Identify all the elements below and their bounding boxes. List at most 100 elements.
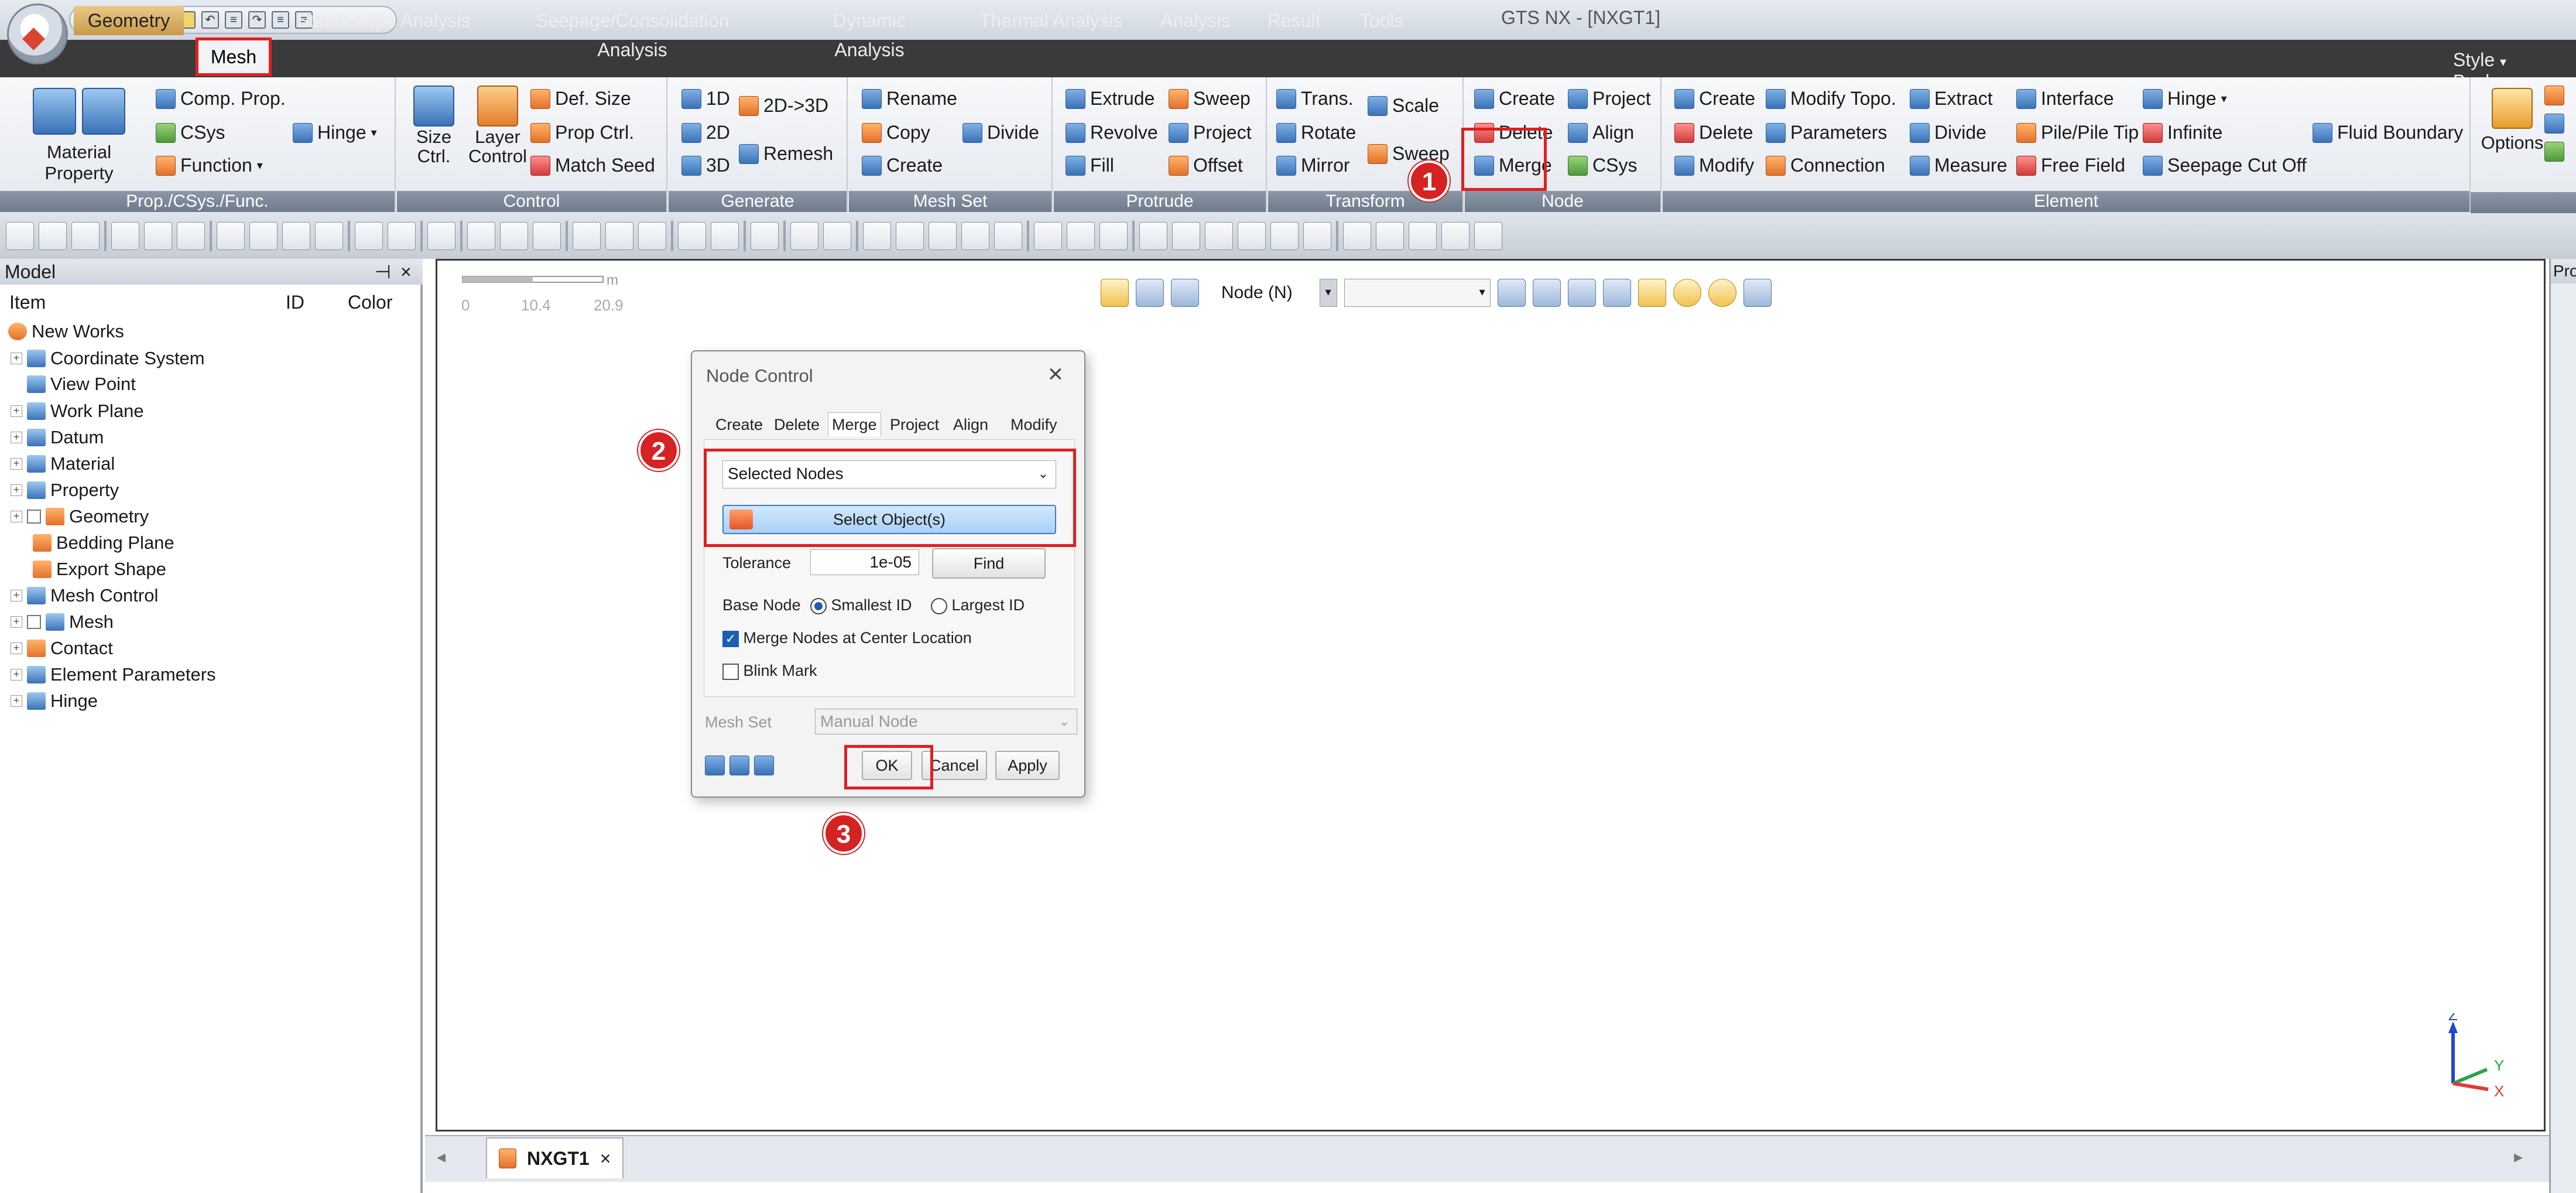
measure-button[interactable]: Measure	[1910, 155, 2008, 176]
tree-item-datum[interactable]: + Datum	[11, 425, 104, 450]
expand-icon[interactable]: +	[11, 484, 22, 496]
modify-topo-button[interactable]: Modify Topo.	[1766, 88, 1896, 110]
size-ctrl-button[interactable]: Size Ctrl.	[407, 86, 460, 165]
expand-icon[interactable]: +	[11, 669, 22, 681]
tree-item-material[interactable]: + Material	[11, 451, 115, 477]
expand-icon[interactable]: +	[11, 511, 22, 522]
expand-icon[interactable]: +	[11, 642, 22, 654]
scale-button[interactable]: Scale	[1368, 95, 1439, 117]
tree-item-coordinate-system[interactable]: + Coordinate System	[11, 346, 205, 371]
tree-item-work-plane[interactable]: + Work Plane	[11, 398, 144, 424]
rotate-view-icon[interactable]	[929, 222, 957, 250]
select-polygon-icon[interactable]	[1532, 279, 1561, 307]
node-create-button[interactable]: Create	[1474, 88, 1555, 110]
document-tab[interactable]: NXGT1 ×	[486, 1137, 624, 1178]
chart-icon[interactable]	[388, 222, 416, 250]
connection-button[interactable]: Connection	[1766, 155, 1885, 176]
view-grid-icon[interactable]	[1034, 222, 1062, 250]
pick-icon[interactable]	[1171, 279, 1199, 307]
tab-static-slope-analysis[interactable]: Static/Slope Analysis	[293, 6, 474, 35]
unselect-icon[interactable]	[1638, 279, 1666, 307]
help-icon[interactable]	[754, 756, 774, 775]
generate-1d-button[interactable]: 1D	[681, 88, 730, 110]
meshset-create-button[interactable]: Create	[862, 155, 943, 176]
property-panel-collapsed[interactable]: Pro	[2549, 259, 2576, 1193]
generate-3d-button[interactable]: 3D	[681, 155, 730, 176]
check-element-icon[interactable]	[533, 222, 561, 250]
extrude-button[interactable]: Extrude	[1066, 88, 1155, 110]
column-id[interactable]: ID	[286, 292, 304, 313]
trans-button[interactable]: Trans.	[1276, 88, 1354, 110]
remesh-button[interactable]: Remesh	[739, 143, 833, 165]
options-button[interactable]: Options	[2474, 88, 2550, 153]
rotate-screen-icon[interactable]	[961, 222, 989, 250]
free-field-button[interactable]: Free Field	[2016, 155, 2125, 176]
largest-id-radio[interactable]: Largest ID	[931, 596, 1025, 614]
bottom-view-icon[interactable]	[1238, 222, 1266, 250]
apply-button[interactable]: Apply	[995, 751, 1060, 780]
tab-thermal-analysis[interactable]: Thermal Analysis	[978, 6, 1124, 35]
pile-pile-tip-button[interactable]: Pile/Pile Tip	[2016, 122, 2139, 143]
top-view-icon[interactable]	[1205, 222, 1233, 250]
interface-button[interactable]: Interface	[2016, 88, 2114, 110]
next-selection-icon[interactable]	[1708, 279, 1736, 307]
copy-button[interactable]: Copy	[862, 122, 930, 143]
shaded-icon[interactable]	[1409, 222, 1437, 250]
tree-item-property[interactable]: + Property	[11, 477, 119, 503]
back-view-icon[interactable]	[1172, 222, 1200, 250]
close-tab-icon[interactable]: ×	[600, 1148, 611, 1170]
tab-modify[interactable]: Modify	[1010, 416, 1057, 434]
undo-icon[interactable]: ↶	[201, 11, 219, 29]
csys-button[interactable]: CSys	[156, 122, 225, 143]
tab-merge[interactable]: Merge	[828, 412, 881, 436]
select-plane-icon[interactable]	[1567, 279, 1596, 307]
element-delete-button[interactable]: Delete	[1674, 122, 1753, 143]
wireframe-icon[interactable]	[1376, 222, 1404, 250]
shaded-edges-icon[interactable]	[1441, 222, 1469, 250]
2d-to-3d-button[interactable]: 2D->3D	[739, 95, 828, 117]
filter-dropdown-button[interactable]: ▾	[1319, 279, 1337, 307]
view-axis-icon[interactable]	[1067, 222, 1095, 250]
right-view-icon[interactable]	[1303, 222, 1331, 250]
transform-sweep-button[interactable]: Sweep	[1368, 143, 1450, 165]
pan-icon[interactable]	[994, 222, 1022, 250]
expand-icon[interactable]: +	[11, 353, 22, 364]
view-plane-icon[interactable]	[1099, 222, 1128, 250]
tab-dynamic-analysis[interactable]: Dynamic Analysis	[796, 6, 943, 60]
expand-icon[interactable]: +	[11, 405, 22, 417]
element-hinge-button[interactable]: Hinge ▾	[2143, 88, 2227, 110]
layers-icon[interactable]	[729, 756, 749, 775]
column-item[interactable]: Item	[9, 292, 46, 313]
hinge-button[interactable]: Hinge ▾	[293, 122, 377, 143]
tree-item-export-shape[interactable]: Export Shape	[33, 556, 166, 582]
tree-item-hinge[interactable]: + Hinge	[11, 688, 98, 714]
material-property-button[interactable]: Material Property	[18, 88, 141, 184]
undo-list-icon[interactable]: ≡	[225, 11, 242, 29]
rotate-button[interactable]: Rotate	[1276, 122, 1356, 143]
snap-icon[interactable]	[249, 222, 278, 250]
unlock-icon[interactable]	[71, 222, 100, 250]
toggle-geometry-icon[interactable]	[177, 222, 205, 250]
tab-mesh[interactable]: Mesh	[196, 37, 272, 76]
select-icon[interactable]	[1101, 279, 1129, 307]
tree-item-mesh-control[interactable]: + Mesh Control	[11, 583, 158, 609]
model-check-icon[interactable]	[467, 222, 495, 250]
extract-button[interactable]: Extract	[1910, 88, 1993, 110]
find-button[interactable]: Find	[932, 548, 1046, 579]
blink-mark-checkbox[interactable]: Blink Mark	[722, 662, 817, 680]
element-modify-button[interactable]: Modify	[1674, 155, 1754, 176]
zoom-out-icon[interactable]	[896, 222, 924, 250]
work-plane-icon[interactable]	[282, 222, 310, 250]
infinite-button[interactable]: Infinite	[2143, 122, 2222, 143]
prop-ctrl-button[interactable]: Prop Ctrl.	[530, 122, 634, 143]
project-button[interactable]: Project	[1169, 122, 1252, 143]
left-view-icon[interactable]	[1270, 222, 1299, 250]
tree-item-bedding-plane[interactable]: Bedding Plane	[33, 530, 174, 556]
app-menu-button[interactable]: ◆	[7, 4, 68, 64]
tab-create[interactable]: Create	[715, 416, 763, 434]
query-icon[interactable]	[638, 222, 666, 250]
tree-item-view-point[interactable]: View Point	[27, 371, 136, 397]
element-divide-button[interactable]: Divide	[1910, 122, 1986, 143]
tab-project[interactable]: Project	[890, 416, 939, 434]
tab-result[interactable]: Result	[1265, 6, 1323, 35]
